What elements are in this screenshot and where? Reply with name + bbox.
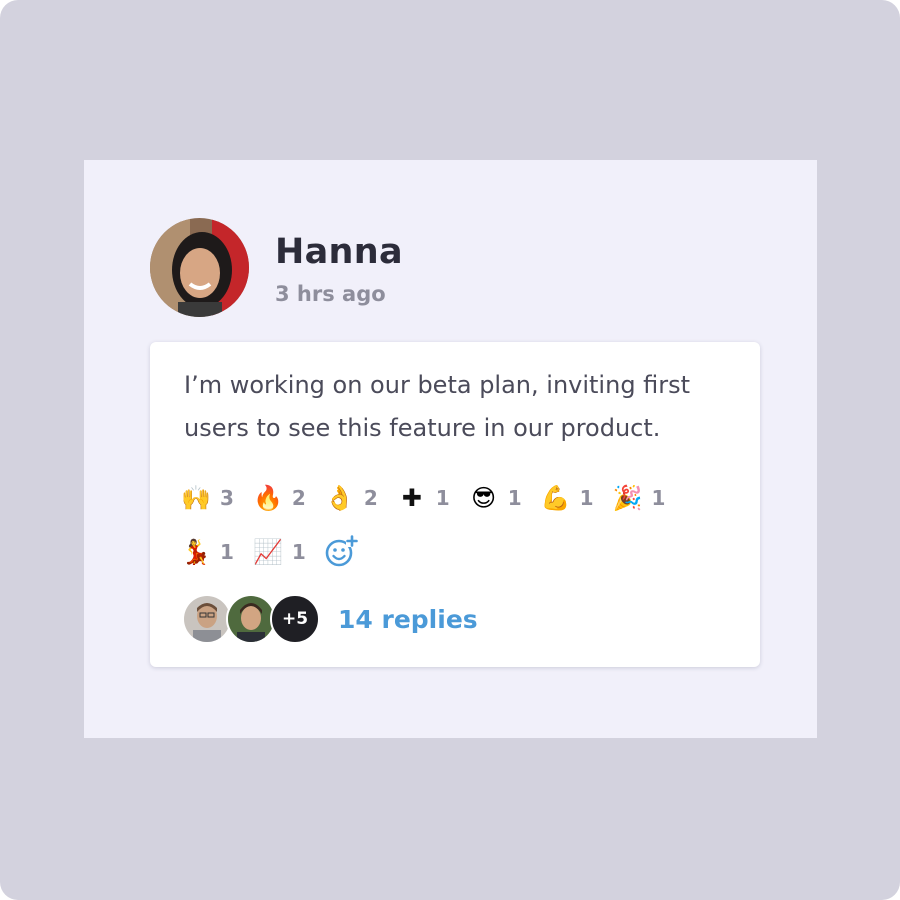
reaction-count: 1 [220,540,234,564]
reaction-fire[interactable]: 🔥 2 [252,482,306,514]
message-card: I’m working on our beta plan, inviting f… [150,342,760,667]
reaction-count: 3 [220,486,234,510]
post-header: Hanna 3 hrs ago [150,218,550,318]
plus-icon: ✚ [401,484,422,512]
reaction-count: 2 [363,486,378,510]
flexed-biceps-icon: 💪 [540,484,571,512]
sunglasses-face-icon: 😎 [471,484,497,512]
author-avatar[interactable] [150,218,249,317]
reaction-ok-hand[interactable]: 👌 2 [324,482,378,514]
reaction-chart-increasing[interactable]: 📈 1 [252,536,306,568]
fire-icon: 🔥 [252,484,283,512]
replier-avatar[interactable] [182,594,232,644]
reaction-party-popper[interactable]: 🎉 1 [612,482,666,514]
reaction-row: 🙌 3 🔥 2 👌 2 ✚ 1 😎 1 💪 1 🎉 1 [180,478,740,518]
reaction-dancer[interactable]: 💃 1 [180,536,234,568]
reaction-count: 1 [291,540,306,564]
reactions: 🙌 3 🔥 2 👌 2 ✚ 1 😎 1 💪 1 🎉 1 💃 1 📈 1 [180,478,740,586]
chart-increasing-icon: 📈 [252,538,283,566]
replies-section: +5 14 replies [182,594,478,644]
reaction-raising-hands[interactable]: 🙌 3 [180,482,234,514]
reaction-count: 1 [651,486,666,510]
add-reaction-icon[interactable] [324,535,358,569]
reaction-flexed-biceps[interactable]: 💪 1 [540,482,594,514]
message-text: I’m working on our beta plan, inviting f… [184,371,691,442]
replies-link[interactable]: 14 replies [338,605,478,634]
replier-avatar[interactable] [226,594,276,644]
party-popper-icon: 🎉 [612,484,643,512]
reaction-count: 1 [579,486,594,510]
raising-hands-icon: 🙌 [181,484,211,512]
reaction-count: 1 [435,486,450,510]
author-name[interactable]: Hanna [275,232,403,272]
reaction-count: 2 [291,486,306,510]
dancer-icon: 💃 [181,538,211,566]
reaction-sunglasses[interactable]: 😎 1 [468,482,522,514]
ok-hand-icon: 👌 [324,484,355,512]
more-repliers-badge[interactable]: +5 [270,594,320,644]
post-timestamp: 3 hrs ago [275,282,386,306]
reaction-plus[interactable]: ✚ 1 [396,482,450,514]
reaction-count: 1 [507,486,522,510]
reaction-row: 💃 1 📈 1 [180,532,740,572]
